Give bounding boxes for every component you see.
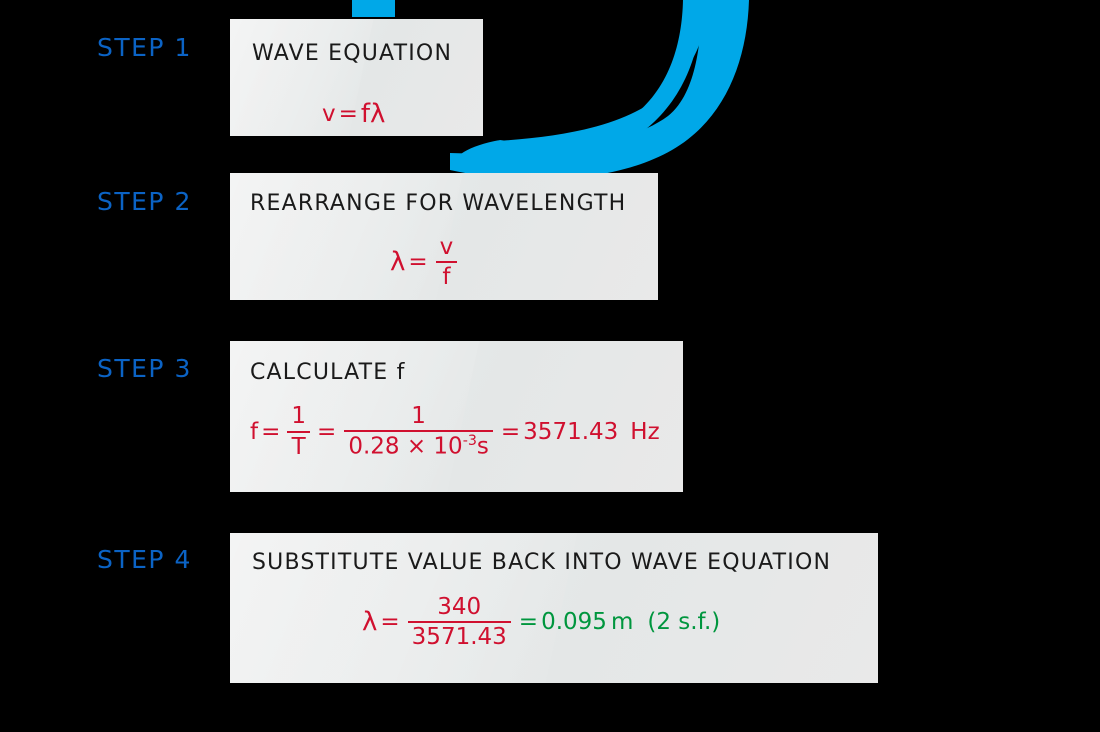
step-4-label: STEP 4 [97,545,192,574]
step-3-formula: f = 1 T = 1 0.28 × 10-3s = 3571.43 Hz [250,403,660,460]
step-3-fraction-2-denominator: 0.28 × 10-3s [344,434,493,459]
step-3-result-unit: Hz [630,418,660,445]
step-3-fraction-2-bar [344,430,493,433]
step-4-fraction: 340 3571.43 [407,594,511,651]
step-3-fraction-1-bar [287,430,311,433]
step-2-fraction-numerator: v [439,234,454,260]
step-4-result-note: (2 s.f.) [647,609,721,636]
step-4-box: SUBSTITUTE VALUE BACK INTO WAVE EQUATION… [230,533,878,683]
step-2-fraction-bar [435,261,458,264]
step-4-fraction-bar [407,621,511,624]
step-4-formula-equals-1: = [380,609,400,636]
step-4-fraction-denominator: 3571.43 [411,624,507,651]
step-4-fraction-numerator: 340 [437,594,482,620]
step-2-fraction: v f [435,234,458,291]
step-3-fraction-1: 1 T [287,403,311,460]
step-3-denominator-unit: s [476,434,489,461]
step-1-box: WAVE EQUATION v = fλ [230,19,483,136]
step-2-box: REARRANGE FOR WAVELENGTH λ = v f [230,173,658,300]
step-1-formula-rhs: fλ [360,99,386,129]
step-2-formula: λ = v f [390,235,462,290]
step-2-label: STEP 2 [97,187,192,216]
step-1-formula-equals: = [338,101,358,127]
step-4-formula-lhs: λ [362,607,378,638]
step-1-label: STEP 1 [97,33,192,62]
step-3-formula-equals-3: = [500,418,521,445]
step-1-title: WAVE EQUATION [252,41,453,66]
step-3-fraction-2-numerator: 1 [411,403,426,429]
step-1-formula: v = fλ [322,99,385,129]
step-3-formula-lhs: f [250,418,259,445]
step-3-label: STEP 3 [97,354,192,383]
step-3-formula-equals-1: = [261,418,281,445]
step-3-denominator-exponent: -3 [462,433,477,450]
step-2-title: REARRANGE FOR WAVELENGTH [250,191,627,216]
slide-canvas: STEP 1 WAVE EQUATION v = fλ STEP 2 REARR… [0,0,1100,732]
blue-top-tab [352,0,395,17]
step-2-formula-equals: = [408,249,428,276]
step-3-fraction-1-denominator: T [291,433,306,460]
step-3-denominator-value: 0.28 × 10 [348,434,463,461]
step-4-formula-equals-2: = [518,609,539,636]
step-3-formula-equals-2: = [317,418,337,445]
step-3-fraction-2: 1 0.28 × 10-3s [344,404,493,459]
step-4-result-unit: m [610,609,634,636]
step-3-result: 3571.43 [523,418,619,445]
step-3-fraction-1-numerator: 1 [291,403,307,430]
step-3-title: CALCULATE f [250,360,406,385]
step-4-formula: λ = 340 3571.43 = 0.095 m (2 s.f.) [362,595,720,650]
step-3-box: CALCULATE f f = 1 T = 1 0.28 × 10-3s = 3… [230,341,683,492]
step-2-formula-lhs: λ [390,247,406,278]
step-4-title: SUBSTITUTE VALUE BACK INTO WAVE EQUATION [252,550,832,575]
step-1-formula-lhs: v [322,101,336,127]
step-4-result: 0.095 [541,609,607,636]
step-2-fraction-denominator: f [442,264,451,291]
